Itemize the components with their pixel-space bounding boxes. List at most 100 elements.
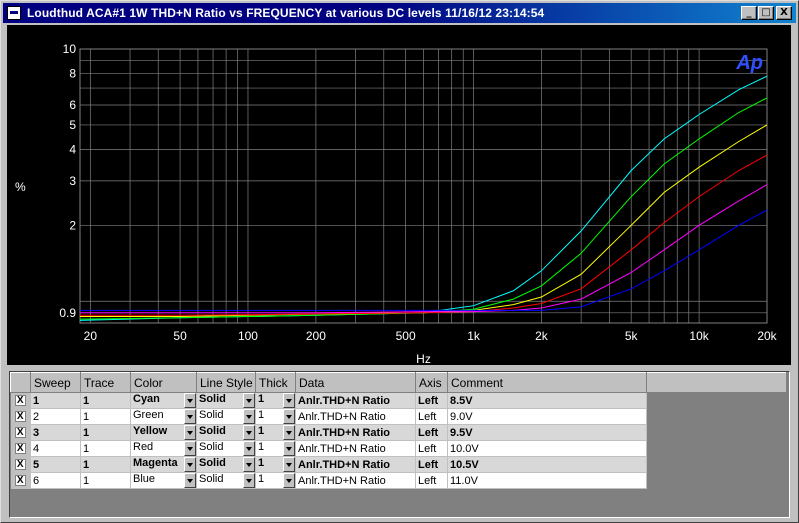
color-dropdown[interactable]: Red xyxy=(131,441,196,456)
line-style-cell[interactable]: Solid xyxy=(196,424,256,441)
trace-cell[interactable]: 1 xyxy=(80,392,131,409)
visible-checkbox[interactable]: X xyxy=(14,395,26,407)
axis-cell[interactable]: Left xyxy=(415,472,448,489)
line-style-cell[interactable]: Solid xyxy=(196,408,256,425)
line-style-cell[interactable]: Solid xyxy=(196,456,256,473)
color-cell[interactable]: Magenta xyxy=(130,456,197,473)
checkbox-cell[interactable]: X xyxy=(10,456,31,473)
dropdown-arrow-icon[interactable] xyxy=(243,425,255,440)
close-button[interactable]: X xyxy=(776,6,792,20)
thick-dropdown[interactable]: 1 xyxy=(256,425,295,440)
title-bar[interactable]: Loudthud ACA#1 1W THD+N Ratio vs FREQUEN… xyxy=(3,3,796,23)
minimize-button[interactable]: _ xyxy=(741,6,757,20)
checkbox-cell[interactable]: X xyxy=(10,472,31,489)
line-style-dropdown[interactable]: Solid xyxy=(197,473,255,488)
line-style-dropdown[interactable]: Solid xyxy=(197,409,255,424)
line-style-dropdown[interactable]: Solid xyxy=(197,393,255,408)
checkbox-cell[interactable]: X xyxy=(10,408,31,425)
trace-cell[interactable]: 1 xyxy=(80,424,131,441)
dropdown-arrow-icon[interactable] xyxy=(243,473,255,488)
table-row[interactable]: X 3 1 Yellow Solid 1 Anlr.THD+N Ratio Left 9.5V xyxy=(10,424,787,441)
column-header[interactable]: Line Style xyxy=(196,372,256,393)
column-header[interactable]: Comment xyxy=(447,372,647,393)
axis-cell[interactable]: Left xyxy=(415,456,448,473)
thick-cell[interactable]: 1 xyxy=(255,424,296,441)
thick-dropdown[interactable]: 1 xyxy=(256,409,295,424)
thick-cell[interactable]: 1 xyxy=(255,392,296,409)
dropdown-arrow-icon[interactable] xyxy=(283,473,295,488)
trace-cell[interactable]: 1 xyxy=(80,440,131,457)
color-dropdown[interactable]: Blue xyxy=(131,473,196,488)
color-cell[interactable]: Cyan xyxy=(130,392,197,409)
visible-checkbox[interactable]: X xyxy=(14,459,26,471)
dropdown-arrow-icon[interactable] xyxy=(184,409,196,424)
line-style-cell[interactable]: Solid xyxy=(196,440,256,457)
column-header[interactable]: Trace xyxy=(80,372,131,393)
comment-cell[interactable]: 9.5V xyxy=(447,424,647,441)
trace-cell[interactable]: 1 xyxy=(80,408,131,425)
thick-dropdown[interactable]: 1 xyxy=(256,473,295,488)
thd-plot[interactable]: 20 50 100 200 500 1k 2k 5k 10k 20k 0.9 2 3 4 5 6 8 10 Hz% A… xyxy=(7,25,791,365)
column-header[interactable]: Color xyxy=(130,372,197,393)
data-cell[interactable]: Anlr.THD+N Ratio xyxy=(295,408,416,425)
thick-dropdown[interactable]: 1 xyxy=(256,457,295,472)
table-row[interactable]: X 5 1 Magenta Solid 1 Anlr.THD+N Ratio Left 10.5… xyxy=(10,456,787,473)
comment-cell[interactable]: 11.0V xyxy=(447,472,647,489)
dropdown-arrow-icon[interactable] xyxy=(243,457,255,472)
color-cell[interactable]: Yellow xyxy=(130,424,197,441)
column-header[interactable]: Thick xyxy=(255,372,296,393)
color-dropdown[interactable]: Cyan xyxy=(131,393,196,408)
maximize-button[interactable]: □ xyxy=(758,6,774,20)
data-cell[interactable]: Anlr.THD+N Ratio xyxy=(295,392,416,409)
color-cell[interactable]: Green xyxy=(130,408,197,425)
dropdown-arrow-icon[interactable] xyxy=(283,441,295,456)
thick-cell[interactable]: 1 xyxy=(255,408,296,425)
visible-checkbox[interactable]: X xyxy=(14,411,26,423)
data-cell[interactable]: Anlr.THD+N Ratio xyxy=(295,456,416,473)
visible-checkbox[interactable]: X xyxy=(14,475,26,487)
axis-cell[interactable]: Left xyxy=(415,408,448,425)
color-cell[interactable]: Red xyxy=(130,440,197,457)
dropdown-arrow-icon[interactable] xyxy=(184,425,196,440)
checkbox-cell[interactable]: X xyxy=(10,440,31,457)
color-dropdown[interactable]: Green xyxy=(131,409,196,424)
line-style-cell[interactable]: Solid xyxy=(196,392,256,409)
data-cell[interactable]: Anlr.THD+N Ratio xyxy=(295,472,416,489)
comment-cell[interactable]: 10.5V xyxy=(447,456,647,473)
line-style-cell[interactable]: Solid xyxy=(196,472,256,489)
line-style-dropdown[interactable]: Solid xyxy=(197,457,255,472)
dropdown-arrow-icon[interactable] xyxy=(184,473,196,488)
table-row[interactable]: X 1 1 Cyan Solid 1 Anlr.THD+N Ratio Left 8.5V xyxy=(10,392,787,409)
line-style-dropdown[interactable]: Solid xyxy=(197,441,255,456)
color-cell[interactable]: Blue xyxy=(130,472,197,489)
thick-cell[interactable]: 1 xyxy=(255,456,296,473)
column-header[interactable] xyxy=(10,372,31,393)
data-cell[interactable]: Anlr.THD+N Ratio xyxy=(295,440,416,457)
trace-cell[interactable]: 1 xyxy=(80,456,131,473)
axis-cell[interactable]: Left xyxy=(415,392,448,409)
data-cell[interactable]: Anlr.THD+N Ratio xyxy=(295,424,416,441)
thick-cell[interactable]: 1 xyxy=(255,440,296,457)
comment-cell[interactable]: 8.5V xyxy=(447,392,647,409)
color-dropdown[interactable]: Yellow xyxy=(131,425,196,440)
dropdown-arrow-icon[interactable] xyxy=(184,457,196,472)
color-dropdown[interactable]: Magenta xyxy=(131,457,196,472)
comment-cell[interactable]: 10.0V xyxy=(447,440,647,457)
dropdown-arrow-icon[interactable] xyxy=(283,409,295,424)
table-row[interactable]: X 6 1 Blue Solid 1 Anlr.THD+N Ratio Left 11.0V xyxy=(10,472,787,489)
thick-dropdown[interactable]: 1 xyxy=(256,393,295,408)
comment-cell[interactable]: 9.0V xyxy=(447,408,647,425)
checkbox-cell[interactable]: X xyxy=(10,392,31,409)
column-header[interactable]: Axis xyxy=(415,372,448,393)
visible-checkbox[interactable]: X xyxy=(14,427,26,439)
dropdown-arrow-icon[interactable] xyxy=(283,425,295,440)
dropdown-arrow-icon[interactable] xyxy=(243,409,255,424)
table-row[interactable]: X 4 1 Red Solid 1 Anlr.THD+N Ratio Left 10.0V xyxy=(10,440,787,457)
checkbox-cell[interactable]: X xyxy=(10,424,31,441)
thd-chart-svg[interactable]: 20 50 100 200 500 1k 2k 5k 10k 20k 0.9 2 3 4 5 6 8 10 Hz% A… xyxy=(7,25,791,365)
column-header[interactable]: Data xyxy=(295,372,416,393)
axis-cell[interactable]: Left xyxy=(415,424,448,441)
window-icon[interactable] xyxy=(7,6,21,20)
thick-dropdown[interactable]: 1 xyxy=(256,441,295,456)
dropdown-arrow-icon[interactable] xyxy=(184,441,196,456)
